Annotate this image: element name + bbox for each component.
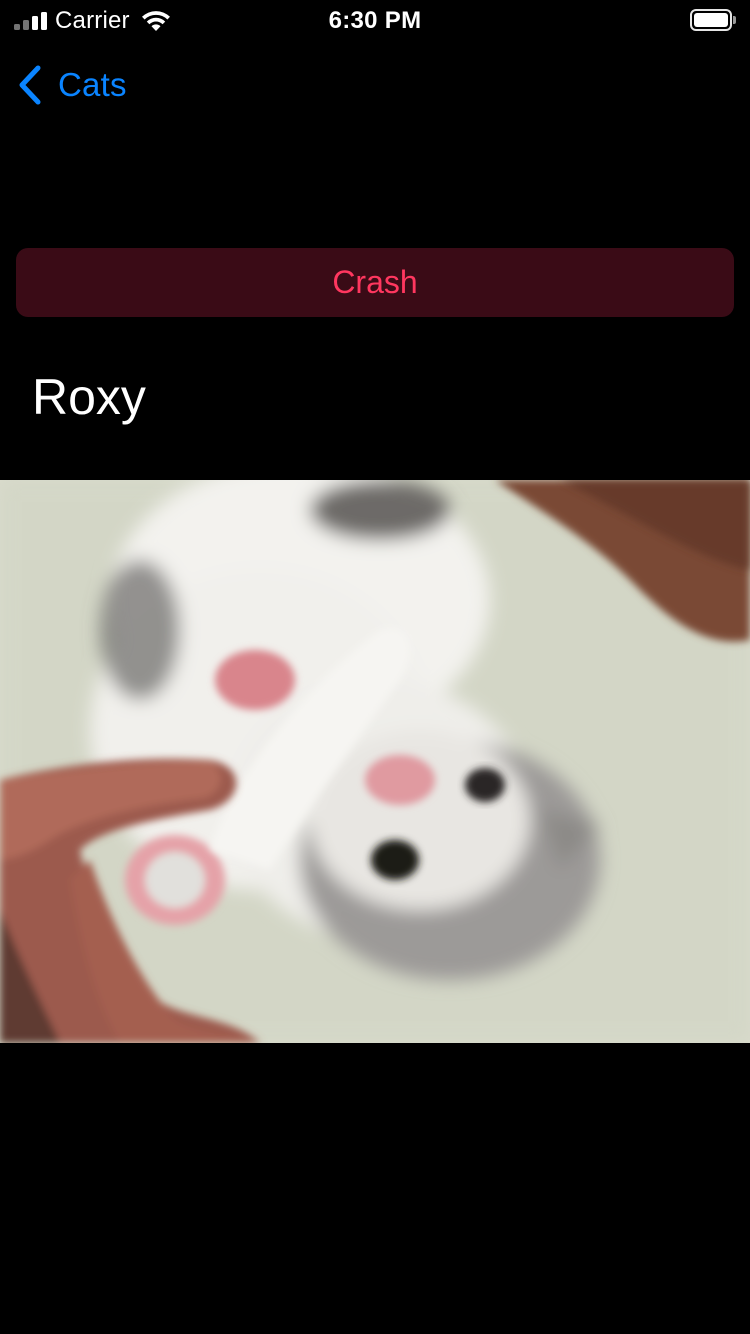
crash-label: Crash bbox=[332, 264, 418, 300]
status-bar: Carrier 6:30 PM bbox=[0, 0, 750, 40]
battery-icon bbox=[690, 9, 736, 31]
back-button[interactable]: Cats bbox=[16, 60, 127, 110]
cat-photo bbox=[0, 480, 750, 1043]
crash-button[interactable]: Crash bbox=[16, 248, 734, 317]
cat-name-title: Roxy bbox=[32, 369, 146, 425]
chevron-left-icon bbox=[19, 65, 41, 105]
back-label: Cats bbox=[58, 66, 127, 103]
clock: 6:30 PM bbox=[328, 7, 422, 34]
